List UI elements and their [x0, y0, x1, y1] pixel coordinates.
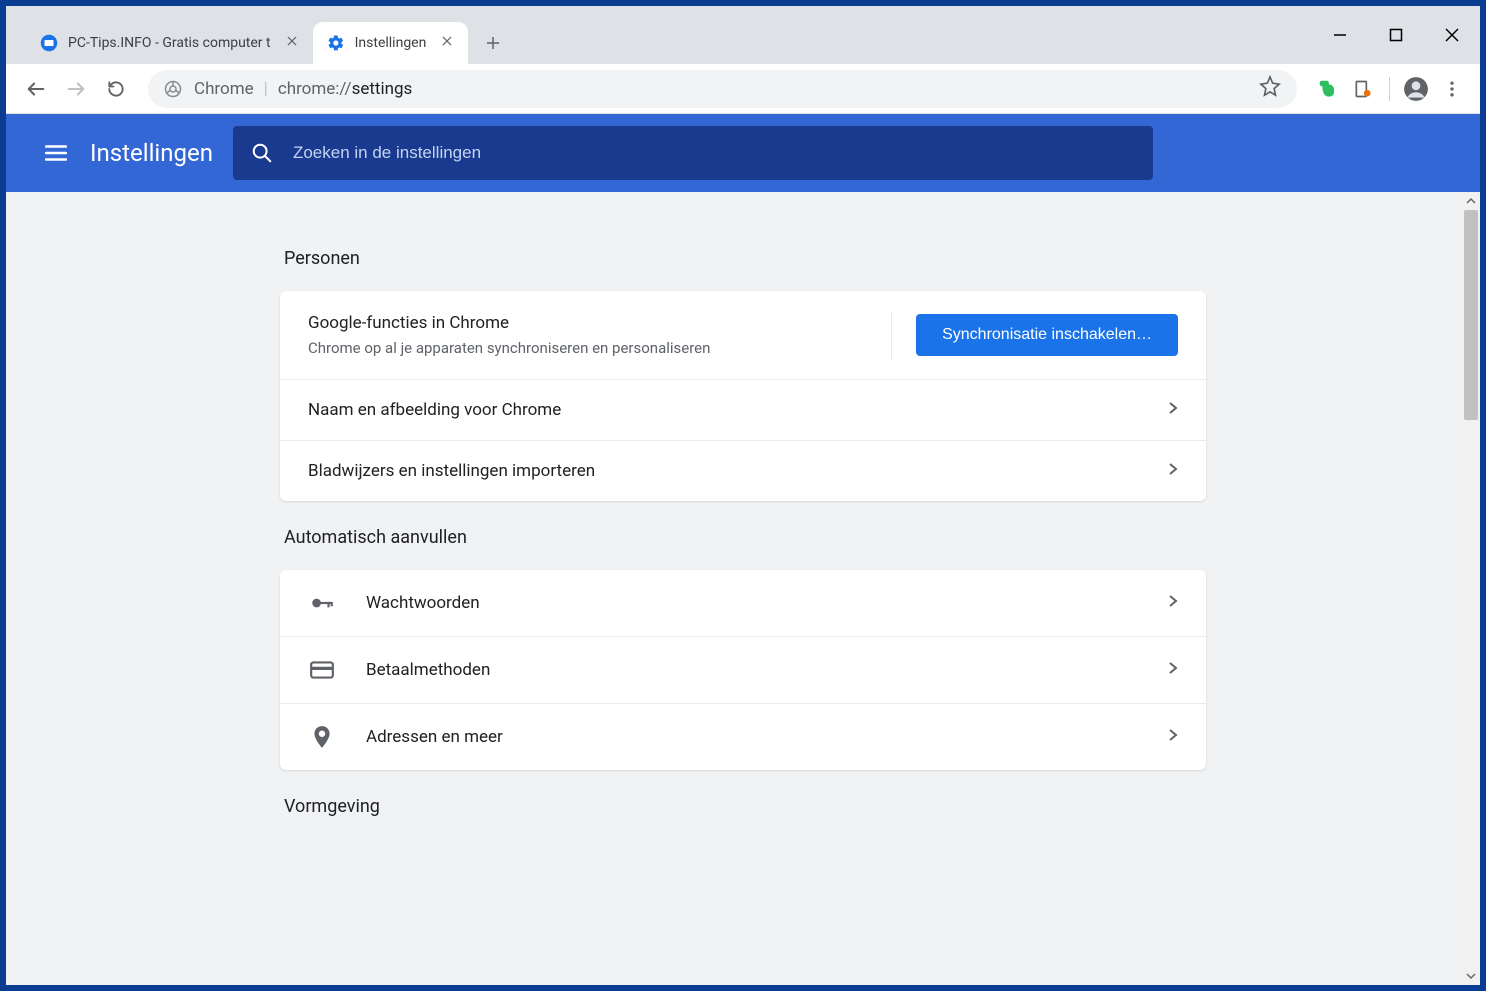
- section-title-people: Personen: [284, 248, 1206, 269]
- chevron-right-icon: [1168, 400, 1178, 420]
- row-label: Wachtwoorden: [366, 593, 1168, 613]
- address-bar[interactable]: Chrome | chrome://settings: [148, 70, 1297, 108]
- chrome-menu-button[interactable]: [1434, 71, 1470, 107]
- extension-icon[interactable]: [1345, 71, 1381, 107]
- tab-close-button[interactable]: [440, 34, 454, 52]
- profile-avatar-button[interactable]: [1398, 71, 1434, 107]
- settings-header: Instellingen: [6, 114, 1480, 192]
- people-card: Google-functies in Chrome Chrome op al j…: [280, 291, 1206, 501]
- autofill-card: Wachtwoorden Betaalmethoden Adressen en …: [280, 570, 1206, 770]
- tab-settings[interactable]: Instellingen: [313, 22, 469, 64]
- reload-button[interactable]: [96, 69, 136, 109]
- row-label: Betaalmethoden: [366, 660, 1168, 680]
- location-pin-icon: [308, 724, 336, 750]
- window-titlebar: PC-Tips.INFO - Gratis computer t Instell…: [6, 6, 1480, 64]
- window-maximize-button[interactable]: [1368, 6, 1424, 64]
- settings-favicon-icon: [327, 34, 345, 52]
- sync-row-text: Google-functies in Chrome Chrome op al j…: [308, 313, 867, 357]
- tab-close-button[interactable]: [285, 34, 299, 52]
- sync-row: Google-functies in Chrome Chrome op al j…: [280, 291, 1206, 379]
- row-passwords[interactable]: Wachtwoorden: [280, 570, 1206, 636]
- omnibox-chrome-label: Chrome: [194, 79, 254, 99]
- row-import-bookmarks[interactable]: Bladwijzers en instellingen importeren: [280, 440, 1206, 501]
- chevron-right-icon: [1168, 727, 1178, 747]
- settings-title: Instellingen: [90, 139, 213, 167]
- scroll-up-arrow-icon[interactable]: [1462, 192, 1480, 210]
- forward-button[interactable]: [56, 69, 96, 109]
- chevron-right-icon: [1168, 461, 1178, 481]
- window-minimize-button[interactable]: [1312, 6, 1368, 64]
- evernote-extension-icon[interactable]: [1309, 71, 1345, 107]
- sync-row-subtitle: Chrome op al je apparaten synchroniseren…: [308, 339, 867, 357]
- row-label: Adressen en meer: [366, 727, 1168, 747]
- window-close-button[interactable]: [1424, 6, 1480, 64]
- hamburger-menu-button[interactable]: [34, 131, 78, 175]
- omnibox-separator: |: [264, 79, 268, 99]
- scrollbar-thumb[interactable]: [1464, 210, 1478, 420]
- row-addresses[interactable]: Adressen en meer: [280, 703, 1206, 770]
- chrome-icon: [164, 80, 182, 98]
- key-icon: [308, 590, 336, 616]
- window-controls: [1312, 6, 1480, 64]
- browser-toolbar: Chrome | chrome://settings: [6, 64, 1480, 114]
- sync-row-divider: [891, 311, 892, 359]
- settings-search-box[interactable]: [233, 126, 1153, 180]
- section-title-autofill: Automatisch aanvullen: [284, 527, 1206, 548]
- enable-sync-button[interactable]: Synchronisatie inschakelen…: [916, 314, 1178, 356]
- settings-content: Personen Google-functies in Chrome Chrom…: [6, 192, 1480, 985]
- new-tab-button[interactable]: [476, 26, 510, 60]
- settings-search-input[interactable]: [293, 143, 1135, 163]
- omnibox-url-prefix: chrome://: [278, 79, 352, 99]
- bookmark-star-icon[interactable]: [1259, 75, 1281, 102]
- search-icon: [251, 142, 273, 164]
- row-payment-methods[interactable]: Betaalmethoden: [280, 636, 1206, 703]
- back-button[interactable]: [16, 69, 56, 109]
- tab-title: Instellingen: [355, 35, 427, 51]
- chevron-right-icon: [1168, 660, 1178, 680]
- omnibox-url-path: settings: [352, 79, 413, 99]
- tab-pc-tips[interactable]: PC-Tips.INFO - Gratis computer t: [26, 22, 313, 64]
- tab-title: PC-Tips.INFO - Gratis computer t: [68, 35, 271, 51]
- credit-card-icon: [308, 657, 336, 683]
- row-label: Bladwijzers en instellingen importeren: [308, 461, 1168, 481]
- row-label: Naam en afbeelding voor Chrome: [308, 400, 1168, 420]
- section-title-appearance: Vormgeving: [284, 796, 1206, 817]
- content-scrollbar[interactable]: [1462, 192, 1480, 985]
- scroll-down-arrow-icon[interactable]: [1462, 967, 1480, 985]
- toolbar-divider: [1389, 77, 1390, 101]
- sync-row-title: Google-functies in Chrome: [308, 313, 867, 333]
- row-name-picture[interactable]: Naam en afbeelding voor Chrome: [280, 379, 1206, 440]
- pc-tips-favicon-icon: [40, 34, 58, 52]
- chevron-right-icon: [1168, 593, 1178, 613]
